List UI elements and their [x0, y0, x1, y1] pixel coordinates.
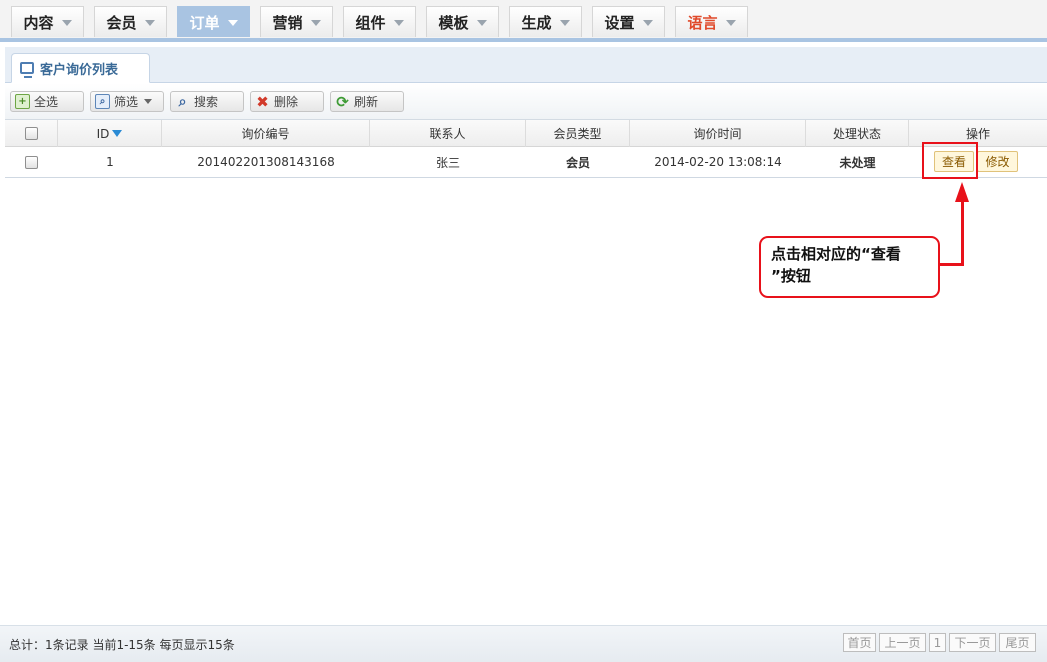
header-id[interactable]: ID: [58, 120, 162, 147]
nav-item-member[interactable]: 会员: [94, 6, 167, 37]
chevron-down-icon: [61, 20, 72, 26]
table-header: ID 询价编号 联系人 会员类型 询价时间 处理状态 操作: [5, 120, 1047, 147]
header-label: 处理状态: [832, 127, 881, 141]
delete-label: 删除: [274, 95, 299, 109]
nav-label: 模板: [438, 13, 469, 32]
chevron-down-icon: [393, 20, 404, 26]
last-page-button[interactable]: 尾页: [999, 633, 1036, 652]
chevron-down-icon: [227, 20, 238, 26]
header-select-cell: [5, 120, 58, 147]
header-time: 询价时间: [630, 120, 806, 147]
tab-label: 客户询价列表: [40, 62, 119, 78]
callout-line-2: ”按钮: [771, 267, 811, 285]
header-label: 会员类型: [553, 127, 602, 141]
tab-inquiry-list[interactable]: 客户询价列表: [11, 53, 150, 83]
sort-desc-icon: [112, 130, 123, 137]
filter-button[interactable]: ⌕ 筛选: [90, 91, 164, 112]
select-all-checkbox[interactable]: [24, 127, 38, 140]
header-label: 询价时间: [693, 127, 742, 141]
nav-label: 订单: [189, 13, 220, 32]
row-checkbox[interactable]: [25, 155, 38, 169]
nav-label: 会员: [106, 13, 137, 32]
chevron-down-icon: [559, 20, 570, 26]
cell-id: 1: [106, 155, 114, 169]
chevron-down-icon: [144, 99, 153, 104]
nav-item-template[interactable]: 模板: [426, 6, 499, 37]
filter-label: 筛选: [114, 95, 139, 109]
footer-bar: 总计：1条记录 当前1-15条 每页显示15条 首页 上一页 1 下一页 尾页: [0, 625, 1047, 662]
search-icon: ⌕: [178, 93, 187, 110]
refresh-icon: ⟳: [336, 92, 349, 111]
header-label: 操作: [965, 127, 990, 141]
callout-line-1: 点击相对应的“查看: [771, 245, 901, 263]
nav-label: 组件: [355, 13, 386, 32]
chevron-down-icon: [725, 20, 736, 26]
chevron-down-icon: [144, 20, 155, 26]
header-member-type: 会员类型: [526, 120, 630, 147]
header-contact: 联系人: [370, 120, 526, 147]
nav-item-generate[interactable]: 生成: [509, 6, 582, 37]
toolbar: + 全选 ⌕ 筛选 ⌕ 搜索 ✖ 删除 ⟳ 刷新: [5, 83, 1047, 120]
record-summary: 总计：1条记录 当前1-15条 每页显示15条: [9, 638, 235, 652]
nav-item-content[interactable]: 内容: [11, 6, 84, 37]
search-label: 搜索: [194, 95, 219, 109]
cell-member-type: 会员: [565, 155, 590, 170]
header-status: 处理状态: [806, 120, 909, 147]
select-all-button[interactable]: + 全选: [10, 91, 84, 112]
cell-time: 2014-02-20 13:08:14: [654, 155, 782, 169]
cell-status: 未处理: [839, 155, 876, 170]
chevron-down-icon: [642, 20, 653, 26]
search-button[interactable]: ⌕ 搜索: [170, 91, 244, 112]
header-label: 询价编号: [241, 127, 290, 141]
select-all-icon: +: [15, 94, 30, 109]
next-page-button[interactable]: 下一页: [949, 633, 996, 652]
nav-item-component[interactable]: 组件: [343, 6, 416, 37]
highlight-box: [922, 142, 978, 179]
first-page-button[interactable]: 首页: [843, 633, 876, 652]
arrow-line: [961, 200, 964, 266]
nav-item-settings[interactable]: 设置: [592, 6, 665, 37]
chevron-down-icon: [310, 20, 321, 26]
row-select-cell: [5, 147, 58, 177]
delete-icon: ✖: [256, 92, 269, 111]
cell-contact: 张三: [435, 155, 460, 170]
edit-button[interactable]: 修改: [977, 151, 1018, 172]
nav-label: 设置: [604, 13, 635, 32]
nav-item-order[interactable]: 订单: [177, 6, 250, 37]
nav-item-language[interactable]: 语言: [675, 6, 748, 37]
refresh-button[interactable]: ⟳ 刷新: [330, 91, 404, 112]
header-label: 联系人: [429, 127, 466, 141]
nav-label: 内容: [23, 13, 54, 32]
nav-label: 语言: [687, 13, 718, 32]
table-row: 1 201402201308143168 张三 会员 2014-02-20 13…: [5, 147, 1047, 178]
page-number-button[interactable]: 1: [929, 633, 946, 652]
header-id-label: ID: [96, 126, 110, 141]
chevron-down-icon: [476, 20, 487, 26]
nav-item-marketing[interactable]: 营销: [260, 6, 333, 37]
cell-inquiry-no: 201402201308143168: [197, 155, 335, 169]
delete-button[interactable]: ✖ 删除: [250, 91, 324, 112]
monitor-icon: [20, 62, 34, 78]
select-all-label: 全选: [34, 95, 59, 109]
arrow-up-icon: [955, 182, 969, 202]
nav-label: 营销: [272, 13, 303, 32]
prev-page-button[interactable]: 上一页: [879, 633, 926, 652]
refresh-label: 刷新: [354, 95, 379, 109]
top-nav: 内容 会员 订单 营销 组件 模板 生成 设置 语言: [0, 0, 1047, 42]
nav-label: 生成: [521, 13, 552, 32]
arrow-line: [937, 263, 964, 266]
panel-tab-bar: 客户询价列表: [5, 47, 1047, 83]
header-inquiry-no: 询价编号: [162, 120, 370, 147]
annotation-callout: 点击相对应的“查看 ”按钮: [759, 236, 940, 298]
filter-icon: ⌕: [95, 94, 110, 109]
